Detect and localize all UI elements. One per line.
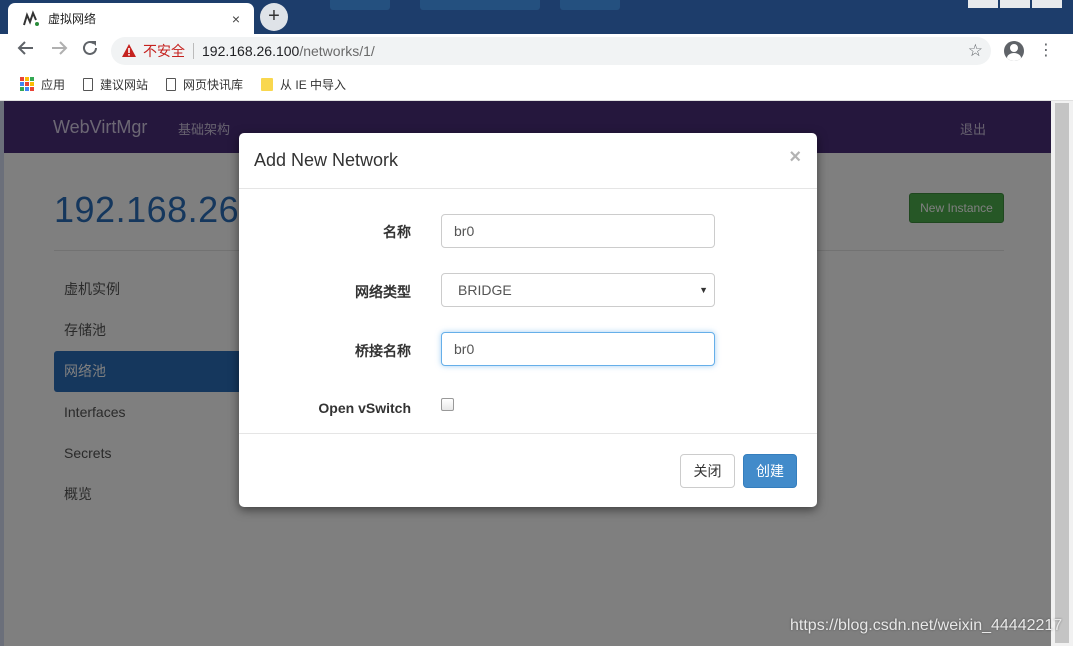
folder-icon: [261, 77, 274, 91]
bookmark-star-icon[interactable]: ☆: [968, 41, 983, 61]
network-type-value: BRIDGE: [458, 282, 512, 298]
profile-avatar-icon[interactable]: [1004, 41, 1024, 61]
page-icon: [166, 77, 177, 91]
open-vswitch-label: Open vSwitch: [318, 400, 411, 416]
back-arrow-icon: [17, 41, 33, 55]
reload-icon: [83, 40, 97, 55]
open-vswitch-checkbox[interactable]: [441, 398, 454, 411]
maximize-button[interactable]: [1000, 0, 1030, 8]
dialog-footer: 关闭 创建: [239, 433, 817, 507]
browser-toolbar: 不安全 192.168.26.100 /networks/1/ ☆ ⋮: [0, 34, 1073, 68]
close-button[interactable]: 关闭: [680, 454, 735, 488]
apps-grid-icon: [20, 77, 34, 91]
background-window-strip: [330, 0, 390, 10]
background-window-strip: [560, 0, 620, 10]
network-type-select[interactable]: BRIDGE ▼: [441, 273, 715, 307]
bookmark-label: 从 IE 中导入: [280, 77, 347, 92]
background-window-strip: [420, 0, 540, 10]
bookmark-imported-from-ie[interactable]: 从 IE 中导入: [261, 76, 346, 93]
address-bar[interactable]: 不安全 192.168.26.100 /networks/1/ ☆: [111, 37, 991, 65]
network-name-input[interactable]: br0: [441, 214, 715, 248]
watermark-text: https://blog.csdn.net/weixin_44442217: [790, 617, 1063, 634]
tab-close-icon[interactable]: ×: [228, 11, 244, 27]
create-button[interactable]: 创建: [743, 454, 797, 488]
forward-arrow-icon: [52, 41, 68, 55]
forward-button[interactable]: [47, 39, 71, 63]
add-network-dialog: Add New Network × 名称 br0 网络类型 BRIDGE ▼ 桥…: [239, 133, 817, 507]
page-scrollbar[interactable]: [1051, 101, 1073, 646]
bookmark-suggested-sites[interactable]: 建议网站: [83, 76, 148, 93]
reload-button[interactable]: [78, 39, 102, 63]
bookmark-label: 网页快讯库: [183, 77, 244, 92]
url-host: 192.168.26.100: [202, 43, 300, 59]
window-close-button[interactable]: [1032, 0, 1062, 8]
new-tab-button[interactable]: +: [260, 3, 288, 31]
dialog-title: Add New Network: [254, 150, 399, 170]
tab-title: 虚拟网络: [48, 12, 97, 26]
warning-icon: [122, 44, 136, 57]
bookmark-web-slice-gallery[interactable]: 网页快讯库: [166, 76, 243, 93]
chevron-down-icon: ▼: [699, 285, 708, 295]
bridge-name-label: 桥接名称: [355, 343, 411, 359]
scrollbar-thumb[interactable]: [1055, 103, 1069, 643]
webvirtmgr-favicon-icon: [23, 9, 39, 26]
not-secure-label[interactable]: 不安全: [143, 41, 185, 61]
page-icon: [83, 77, 94, 91]
browser-tabstrip: 虚拟网络 × +: [0, 0, 1073, 34]
bookmark-apps[interactable]: 应用: [20, 76, 65, 93]
back-button[interactable]: [14, 39, 38, 63]
url-path: /networks/1/: [299, 43, 375, 59]
dialog-header: Add New Network ×: [239, 133, 817, 189]
browser-menu-icon[interactable]: ⋮: [1038, 40, 1054, 62]
browser-tab-active[interactable]: 虚拟网络 ×: [8, 3, 254, 34]
minimize-button[interactable]: [968, 0, 998, 8]
bridge-name-input[interactable]: br0: [441, 332, 715, 366]
bookmarks-bar: 应用 建议网站 网页快讯库 从 IE 中导入: [0, 68, 1073, 101]
network-type-label: 网络类型: [355, 284, 411, 300]
bookmark-label: 应用: [41, 77, 66, 92]
omnibox-divider: [193, 43, 194, 59]
bookmark-label: 建议网站: [100, 77, 149, 92]
name-label: 名称: [383, 224, 411, 240]
dialog-close-icon[interactable]: ×: [789, 146, 801, 169]
